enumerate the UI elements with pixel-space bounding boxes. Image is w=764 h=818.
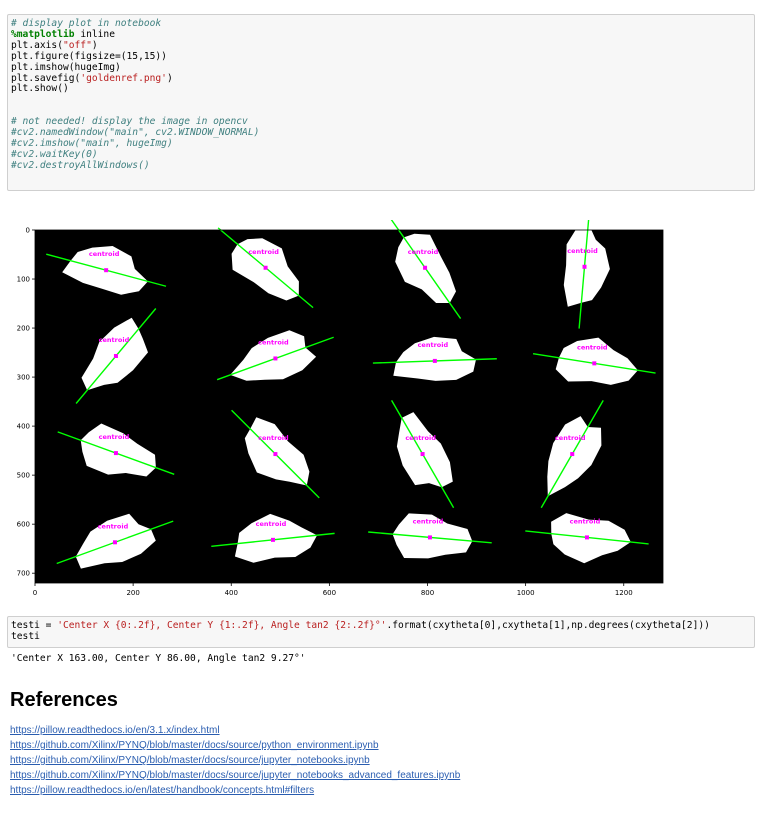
y-tick-label: 500 <box>17 472 30 480</box>
centroid-marker <box>592 361 597 366</box>
centroid-label: centroid <box>89 250 120 258</box>
y-tick-label: 100 <box>17 276 30 284</box>
code-token: # not needed! display the image in openc… <box>11 116 248 128</box>
code-token: testi <box>11 630 40 642</box>
centroid-label: centroid <box>577 343 608 351</box>
code-token: %matplotlib <box>11 28 75 40</box>
code-token: plt.figure(figsize=(15,15)) <box>11 50 167 62</box>
code-line: ​ <box>11 95 751 106</box>
y-tick-label: 200 <box>17 325 30 333</box>
centroid-marker <box>263 265 268 270</box>
centroid-label: centroid <box>408 248 439 256</box>
centroid-marker <box>113 451 118 456</box>
y-tick-label: 400 <box>17 423 30 431</box>
x-tick-label: 200 <box>126 589 139 597</box>
centroid-marker <box>432 358 437 363</box>
y-tick-label: 700 <box>17 570 30 578</box>
code-token: #cv2.namedWindow("main", cv2.WINDOW_NORM… <box>11 127 260 139</box>
centroid-marker <box>273 452 278 457</box>
reference-link[interactable]: https://github.com/Xilinx/PYNQ/blob/mast… <box>10 738 460 753</box>
x-tick-label: 1200 <box>615 589 633 597</box>
centroid-label: centroid <box>256 520 287 528</box>
reference-link[interactable]: https://github.com/Xilinx/PYNQ/blob/mast… <box>10 768 460 783</box>
centroid-marker <box>423 265 428 270</box>
code-line: plt.show() <box>11 83 751 95</box>
code-token: "off" <box>62 39 92 51</box>
centroid-label: centroid <box>405 434 436 442</box>
output-plot: centroid centroid centroid centroid centroid… <box>0 204 680 605</box>
reference-link[interactable]: https://github.com/Xilinx/PYNQ/blob/mast… <box>10 753 460 768</box>
code-token: testi = <box>11 620 58 631</box>
code-token: plt.imshow(hugeImg) <box>11 61 121 73</box>
references-heading: References <box>10 689 118 711</box>
centroid-label: centroid <box>567 247 598 255</box>
code-line: %matplotlib inline <box>11 28 751 41</box>
centroid-marker <box>427 535 432 540</box>
code-line: #cv2.imshow("main", hugeImg) <box>11 137 751 150</box>
centroid-label: centroid <box>413 517 444 525</box>
x-tick-label: 400 <box>225 589 238 597</box>
code-token: 'goldenref.png' <box>80 72 167 84</box>
code-line: #cv2.destroyAllWindows() <box>11 159 751 172</box>
x-tick-label: 1000 <box>517 589 535 597</box>
centroid-label: centroid <box>258 434 289 442</box>
reference-link[interactable]: https://pillow.readthedocs.io/en/3.1.x/i… <box>10 723 460 738</box>
code-line: # display plot in notebook <box>11 18 751 30</box>
reference-link[interactable]: https://pillow.readthedocs.io/en/latest/… <box>10 783 460 798</box>
centroid-marker <box>420 452 425 457</box>
code-token: inline <box>74 28 115 40</box>
centroid-marker <box>273 356 278 361</box>
centroid-marker <box>104 268 109 273</box>
y-tick-label: 0 <box>26 227 30 235</box>
code-token: # display plot in notebook <box>11 18 162 29</box>
centroid-label: centroid <box>248 248 279 256</box>
centroid-label: centroid <box>99 433 130 441</box>
code-line: testi <box>11 630 751 643</box>
code-token: #cv2.waitKey(0) <box>11 148 98 160</box>
code-cell-plot[interactable]: # display plot in notebook %matplotlib in… <box>7 14 755 191</box>
code-token: ) <box>91 39 98 51</box>
code-line: plt.figure(figsize=(15,15)) <box>11 50 751 63</box>
x-tick-label: 600 <box>323 589 336 597</box>
centroid-label: centroid <box>570 517 601 525</box>
code-token: ) <box>166 72 173 84</box>
code-token: .format(cxytheta[0],cxytheta[1],np.degre… <box>386 620 710 631</box>
code-token: #cv2.imshow("main", hugeImg) <box>11 137 173 149</box>
code-token: #cv2.destroyAllWindows() <box>11 159 150 171</box>
code-token: 'Center X {0:.2f}, Center Y {1:.2f}, Ang… <box>57 620 387 631</box>
y-tick-label: 300 <box>17 374 30 382</box>
centroid-marker <box>113 354 118 359</box>
centroid-label: centroid <box>98 522 129 530</box>
output-result-text: 'Center X 163.00, Center Y 86.00, Angle … <box>11 653 306 664</box>
centroid-marker <box>584 535 589 540</box>
centroid-label: centroid <box>99 336 130 344</box>
centroid-marker <box>570 452 575 457</box>
code-token: plt.savefig( <box>11 72 81 84</box>
centroid-marker <box>582 264 587 269</box>
centroid-marker <box>112 540 117 545</box>
x-tick-label: 800 <box>421 589 434 597</box>
centroid-label: centroid <box>555 434 586 442</box>
code-cell-format[interactable]: testi = 'Center X {0:.2f}, Center Y {1:.… <box>7 616 755 648</box>
x-tick-label: 0 <box>33 589 37 597</box>
plot-image: centroid centroid centroid centroid centroid… <box>17 204 664 597</box>
code-token: plt.show() <box>11 83 69 95</box>
y-tick-label: 600 <box>17 521 30 529</box>
code-token: plt.axis( <box>11 39 63 51</box>
centroid-label: centroid <box>258 338 289 346</box>
code-editor[interactable]: # display plot in notebook %matplotlib in… <box>11 18 751 172</box>
centroid-marker <box>270 537 275 542</box>
references-link-list: https://pillow.readthedocs.io/en/3.1.x/i… <box>10 723 460 798</box>
code-line: testi = 'Center X {0:.2f}, Center Y {1:.… <box>11 620 751 632</box>
code-editor[interactable]: testi = 'Center X {0:.2f}, Center Y {1:.… <box>11 620 751 643</box>
code-line: plt.savefig('goldenref.png') <box>11 72 751 85</box>
centroid-label: centroid <box>418 341 449 349</box>
